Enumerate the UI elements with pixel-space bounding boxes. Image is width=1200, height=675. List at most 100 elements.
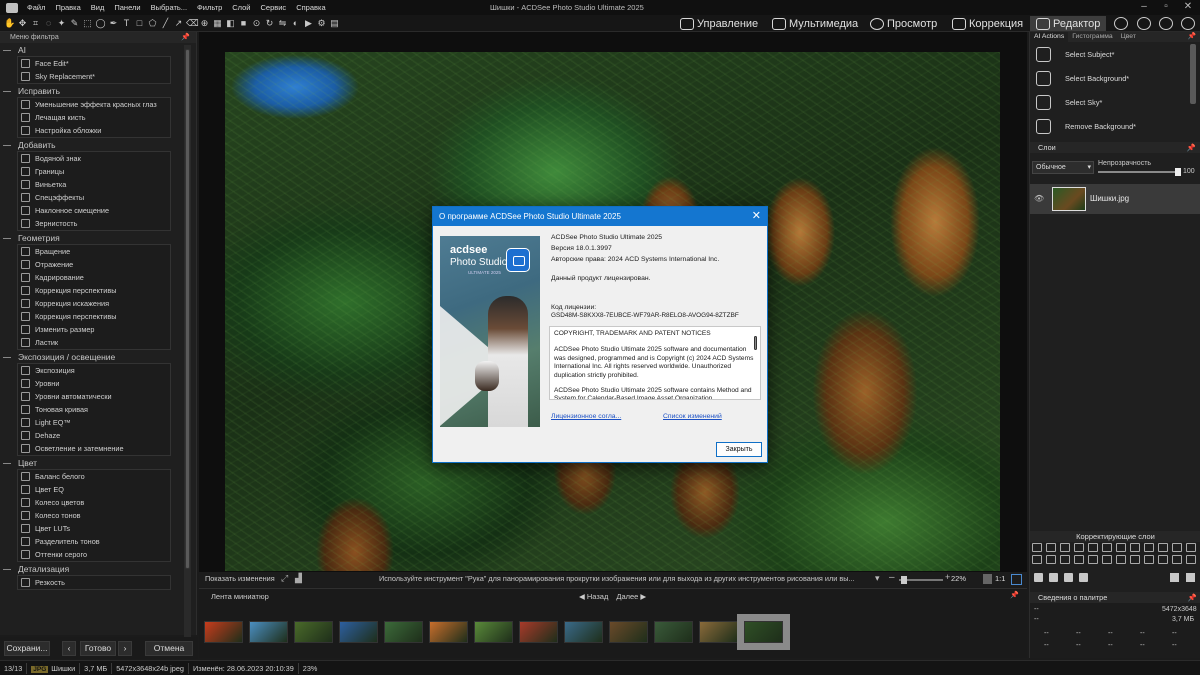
filter-section-title[interactable]: AI [0,44,183,56]
filter-item[interactable]: Уровни автоматически [18,390,170,403]
notices-textbox[interactable]: COPYRIGHT, TRADEMARK AND PATENT NOTICES … [549,326,761,400]
filter-item[interactable]: Ластик [18,336,170,349]
adjustment-layer-icon[interactable] [1158,555,1168,564]
new-layer-icon[interactable] [1034,573,1043,582]
mode-edit[interactable]: Редактор [1030,16,1107,31]
collapse-icon[interactable] [3,357,11,358]
adjustment-layer-icon[interactable] [1102,555,1112,564]
collapse-icon[interactable] [3,91,11,92]
adjustment-layer-icon[interactable] [1158,543,1168,552]
close-window-icon[interactable]: ✕ [1177,1,1199,13]
pin-icon[interactable]: 📌 [181,32,190,43]
license-code[interactable]: GSD48M-S8KXX8-7EUBCE-WF79AR-R8ELO8-AVOG9… [551,312,739,319]
adjustment-layer-icon[interactable] [1130,555,1140,564]
flip-icon[interactable]: ⇋ [277,17,288,29]
menu-panels[interactable]: Панели [109,3,145,12]
filter-item[interactable]: Вращение [18,245,170,258]
polygon-icon[interactable]: ⬠ [147,17,158,29]
layer-menu-icon[interactable] [1170,573,1179,582]
thumbnail[interactable] [429,621,468,643]
zoom-in-icon[interactable]: + [945,572,950,582]
zoom-out-icon[interactable]: – [889,572,895,583]
thumbnail[interactable] [519,621,558,643]
ellipse-icon[interactable]: ◯ [95,17,106,29]
filter-item[interactable]: Разделитель тонов [18,535,170,548]
filter-item[interactable]: Колесо цветов [18,496,170,509]
filter-item[interactable]: Light EQ™ [18,416,170,429]
filter-section-title[interactable]: Добавить [0,139,183,151]
adjustment-layer-icon[interactable] [1186,555,1196,564]
filter-item[interactable]: Тоновая кривая [18,403,170,416]
fullscreen-icon[interactable] [1011,574,1022,585]
color-swatch-icon[interactable]: ■ [238,17,249,29]
adjustment-layer-icon[interactable] [1144,543,1154,552]
collapse-icon[interactable] [3,50,11,51]
back-button[interactable]: ◀ Назад [579,592,608,601]
zoom-slider-knob[interactable] [901,576,907,584]
fit-icon[interactable]: ⤢ [281,573,288,584]
magic-wand-icon[interactable]: ✦ [56,17,67,29]
filter-section-title[interactable]: Детализация [0,563,183,575]
filter-item[interactable]: Колесо тонов [18,509,170,522]
prev-button[interactable]: ‹ [62,641,76,656]
filter-item[interactable]: Осветление и затемнение [18,442,170,455]
mode-media[interactable]: Мультимедиа [772,16,858,31]
adjustment-layer-icon[interactable] [1046,555,1056,564]
thumbnail[interactable] [564,621,603,643]
select-background-action[interactable]: Select Background* [1030,66,1200,90]
save-button[interactable]: Сохрани... [4,641,50,656]
zoom-menu-icon[interactable] [983,574,992,584]
opacity-value[interactable]: 100 [1183,168,1195,175]
adjustment-layer-icon[interactable] [1074,543,1084,552]
adjustment-layer-icon[interactable] [1102,543,1112,552]
done-button[interactable]: Готово [80,641,116,656]
add-layer-icon[interactable] [1049,573,1058,582]
menu-file[interactable]: Файл [22,3,50,12]
zoom-dropdown-icon[interactable]: ▾ [875,573,880,584]
menu-view[interactable]: Вид [86,3,110,12]
opacity-knob[interactable] [1175,168,1181,176]
adjustment-layer-icon[interactable] [1088,555,1098,564]
adjustment-layer-icon[interactable] [1144,555,1154,564]
filmstrip-pin-icon[interactable]: 📌 [1010,591,1019,599]
gradient-icon[interactable]: ▦ [212,17,223,29]
thumbnail[interactable] [204,621,243,643]
thumbnail[interactable] [654,621,693,643]
menu-edit[interactable]: Правка [50,3,85,12]
pen-icon[interactable]: ✒ [108,17,119,29]
maximize-icon[interactable]: ▫ [1155,1,1177,13]
menu-layer[interactable]: Слой [227,3,255,12]
filter-item[interactable]: Уменьшение эффекта красных глаз [18,98,170,111]
thumbnail[interactable] [474,621,513,643]
filter-item[interactable]: Оттенки серого [18,548,170,561]
filter-item[interactable]: Лечащая кисть [18,111,170,124]
adjustment-layer-icon[interactable] [1088,543,1098,552]
camera-icon[interactable] [1079,573,1088,582]
adjustment-layer-icon[interactable] [1032,555,1042,564]
grid-icon[interactable]: ▤ [329,17,340,29]
lasso-icon[interactable]: ◌ [43,17,54,29]
show-changes-button[interactable]: Показать изменения [205,574,275,583]
thumbnail[interactable] [384,621,423,643]
collapse-icon[interactable] [3,145,11,146]
remove-background-action[interactable]: Remove Background* [1030,114,1200,138]
adjustment-layer-icon[interactable] [1074,555,1084,564]
scroll-thumb[interactable] [185,49,190,569]
filter-item[interactable]: Водяной знак [18,152,170,165]
select-subject-action[interactable]: Select Subject* [1030,42,1200,66]
collapse-icon[interactable] [3,238,11,239]
mode-manage[interactable]: Управление [680,16,758,31]
thumbnail-selected[interactable] [737,614,790,650]
thumbnail[interactable] [609,621,648,643]
cancel-button[interactable]: Отмена [145,641,193,656]
filter-scrollbar[interactable] [184,45,191,647]
tab-color[interactable]: Цвет [1117,32,1140,42]
tab-ai-actions[interactable]: AI Actions [1030,32,1069,42]
filter-section-title[interactable]: Цвет [0,457,183,469]
filter-section-title[interactable]: Экспозиция / освещение [0,351,183,363]
filter-item[interactable]: Наклонное смещение [18,204,170,217]
filter-section-title[interactable]: Геометрия [0,232,183,244]
text-tool-icon[interactable]: T [121,17,132,29]
adjustment-layer-icon[interactable] [1172,555,1182,564]
filter-item[interactable]: Резкость [18,576,170,589]
